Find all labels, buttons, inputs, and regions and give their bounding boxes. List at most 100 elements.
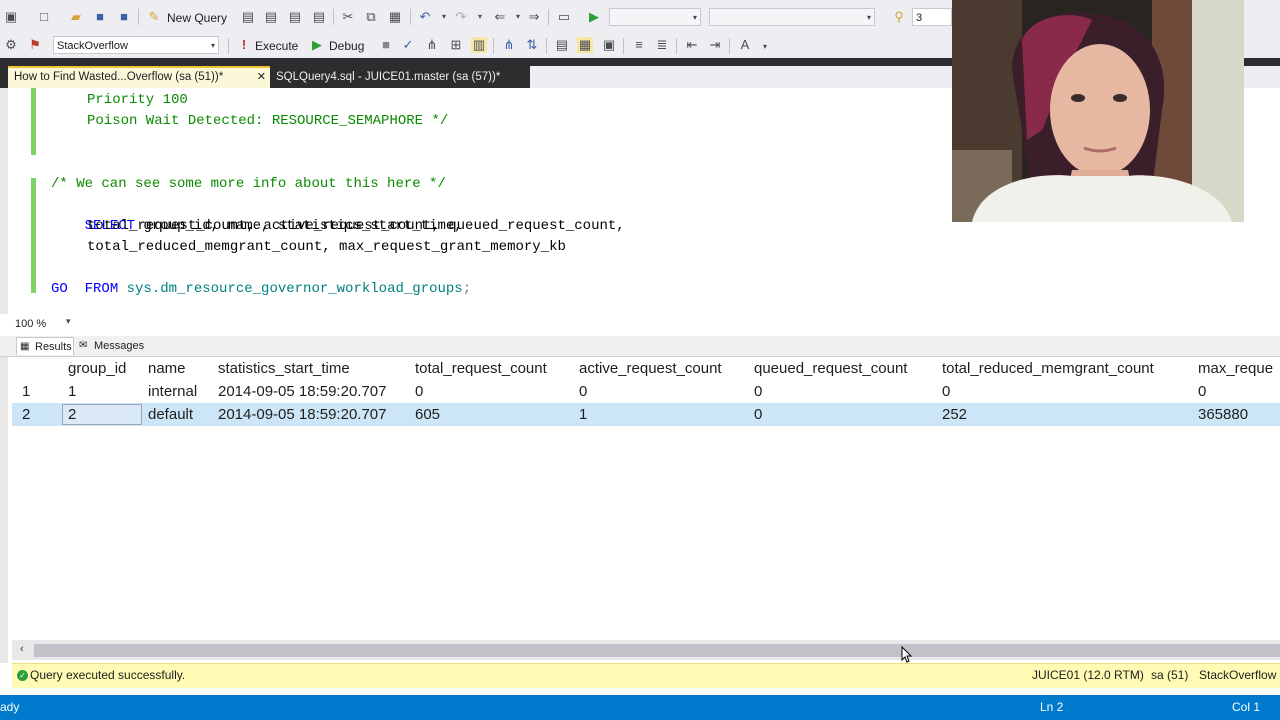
tab-sqlquery4[interactable]: SQLQuery4.sql - JUICE01.master (sa (57))…	[270, 66, 530, 88]
new-query-button[interactable]: New Query	[167, 10, 227, 26]
debug-target-icon[interactable]: ▭	[556, 9, 572, 25]
tab-messages[interactable]: ✉ Messages	[76, 337, 148, 355]
code-line: Poison Wait Detected: RESOURCE_SEMAPHORE…	[87, 113, 449, 129]
redo-icon[interactable]: ↷	[453, 9, 469, 25]
column-header-max-request-grant-memory[interactable]: max_reque	[1198, 357, 1273, 380]
database-info: StackOverflow	[1199, 668, 1277, 682]
paste-icon[interactable]: ▦	[387, 9, 403, 25]
xmla-query-icon[interactable]: ▤	[311, 9, 327, 25]
column-header-active-request-count[interactable]: active_request_count	[579, 357, 722, 380]
uncomment-icon[interactable]: ≣	[654, 37, 670, 53]
execute-icon[interactable]: !	[236, 37, 252, 53]
grid-cell[interactable]: 0	[754, 380, 762, 403]
results-to-text-icon[interactable]: ▤	[554, 37, 570, 53]
intellisense-icon[interactable]: ▥	[471, 37, 487, 53]
grid-cell[interactable]: 365880	[1198, 403, 1248, 426]
connect-icon[interactable]: ⚙	[3, 37, 19, 53]
grid-cell[interactable]: internal	[148, 380, 197, 403]
webcam-image	[952, 0, 1244, 222]
grid-cell[interactable]: 0	[754, 403, 762, 426]
mouse-cursor-icon	[901, 646, 913, 663]
comment-out-icon[interactable]: ≡	[631, 37, 647, 53]
start-icon[interactable]: ▶	[586, 9, 602, 25]
copy-icon[interactable]: ⧉	[363, 9, 379, 25]
results-to-file-icon[interactable]: ▣	[601, 37, 617, 53]
navigate-forward-icon[interactable]: ⇒	[526, 9, 542, 25]
database-engine-query-icon[interactable]: ▤	[240, 9, 256, 25]
close-icon[interactable]: ✕	[257, 68, 266, 86]
grid-cell[interactable]: 0	[579, 380, 587, 403]
code-line: GO	[51, 281, 68, 297]
grid-cell[interactable]: 1	[68, 380, 76, 403]
redo-dropdown-icon[interactable]: ▾	[472, 9, 488, 25]
undo-icon[interactable]: ↶	[417, 9, 433, 25]
tab-results[interactable]: ▦ Results	[16, 337, 74, 355]
platform-combo[interactable]: ▾	[709, 8, 875, 26]
column-header-statistics-start-time[interactable]: statistics_start_time	[218, 357, 350, 380]
navigate-backward-icon[interactable]: ⇐	[492, 9, 508, 25]
zoom-level[interactable]: 100 %	[15, 318, 46, 330]
zoom-bar: 100 % ▾	[0, 314, 1280, 336]
grid-cell[interactable]: 0	[942, 380, 950, 403]
changed-lines-marker	[31, 178, 36, 293]
grid-cell[interactable]: 2014-09-05 18:59:20.707	[218, 380, 386, 403]
results-to-grid-icon[interactable]: ▦	[577, 37, 593, 53]
dmx-query-icon[interactable]: ▤	[287, 9, 303, 25]
save-all-icon[interactable]: ■	[116, 9, 132, 25]
increase-indent-icon[interactable]: ⇥	[707, 37, 723, 53]
scrollbar-thumb[interactable]	[34, 644, 1280, 657]
new-query-icon[interactable]: ✎	[146, 9, 162, 25]
specify-values-icon[interactable]: A	[737, 37, 753, 53]
include-actual-plan-icon[interactable]: ⋔	[501, 37, 517, 53]
tab-label: Messages	[94, 340, 145, 352]
column-header-name[interactable]: name	[148, 357, 186, 380]
navigate-dropdown-icon[interactable]: ▾	[510, 9, 526, 25]
cancel-query-icon[interactable]: ■	[378, 37, 394, 53]
row-number[interactable]: 1	[22, 380, 30, 403]
analysis-query-icon[interactable]: ▤	[263, 9, 279, 25]
save-icon[interactable]: ■	[92, 9, 108, 25]
undo-dropdown-icon[interactable]: ▾	[436, 9, 452, 25]
column-header-group-id[interactable]: group_id	[68, 357, 126, 380]
add-item-icon[interactable]: □	[36, 9, 52, 25]
execute-button[interactable]: Execute	[255, 38, 298, 54]
find-combo[interactable]: 3	[912, 8, 952, 26]
available-databases-combo[interactable]: StackOverflow ▾	[53, 36, 219, 54]
open-folder-icon[interactable]: ▰	[68, 9, 84, 25]
toolbar-separator	[548, 9, 549, 25]
column-header-queued-request-count[interactable]: queued_request_count	[754, 357, 907, 380]
solution-config-combo[interactable]: ▾	[609, 8, 701, 26]
chevron-down-icon[interactable]: ▾	[66, 316, 71, 327]
column-header-total-reduced-memgrant-count[interactable]: total_reduced_memgrant_count	[942, 357, 1154, 380]
row-number[interactable]: 2	[22, 403, 30, 426]
toolbar-separator	[729, 38, 730, 54]
change-connection-icon[interactable]: ⚑	[27, 37, 43, 53]
cut-icon[interactable]: ✂	[340, 9, 356, 25]
query-designer-icon[interactable]: ⊞	[448, 37, 464, 53]
decrease-indent-icon[interactable]: ⇤	[684, 37, 700, 53]
find-in-files-icon[interactable]: ⚲	[891, 9, 907, 25]
grid-cell[interactable]: 1	[579, 403, 587, 426]
find-combo-value: 3	[916, 12, 923, 24]
tab-label: How to Find Wasted...Overflow (sa (51))*	[14, 71, 224, 83]
results-grid[interactable]: group_id name statistics_start_time tota…	[12, 357, 1280, 640]
grid-cell[interactable]: default	[148, 403, 193, 426]
grid-cell[interactable]: 2	[68, 403, 76, 426]
grid-cell[interactable]: 605	[415, 403, 440, 426]
column-header-total-request-count[interactable]: total_request_count	[415, 357, 547, 380]
display-estimated-plan-icon[interactable]: ⋔	[424, 37, 440, 53]
scroll-left-icon[interactable]: ‹	[20, 643, 24, 655]
client-statistics-icon[interactable]: ⇅	[524, 37, 540, 53]
grid-cell[interactable]: 0	[1198, 380, 1206, 403]
tab-how-to-find-wasted[interactable]: How to Find Wasted...Overflow (sa (51))*…	[8, 66, 270, 88]
debug-button[interactable]: Debug	[329, 38, 364, 54]
debug-icon[interactable]: ▶	[309, 37, 325, 53]
new-project-icon[interactable]: ▣	[3, 9, 19, 25]
query-status-bar: ✓ Query executed successfully. JUICE01 (…	[12, 663, 1280, 688]
toolbar-overflow-icon[interactable]: ▾	[757, 39, 773, 55]
toolbar-separator	[676, 38, 677, 54]
grid-cell[interactable]: 0	[415, 380, 423, 403]
parse-icon[interactable]: ✓	[400, 37, 416, 53]
grid-cell[interactable]: 2014-09-05 18:59:20.707	[218, 403, 386, 426]
grid-cell[interactable]: 252	[942, 403, 967, 426]
